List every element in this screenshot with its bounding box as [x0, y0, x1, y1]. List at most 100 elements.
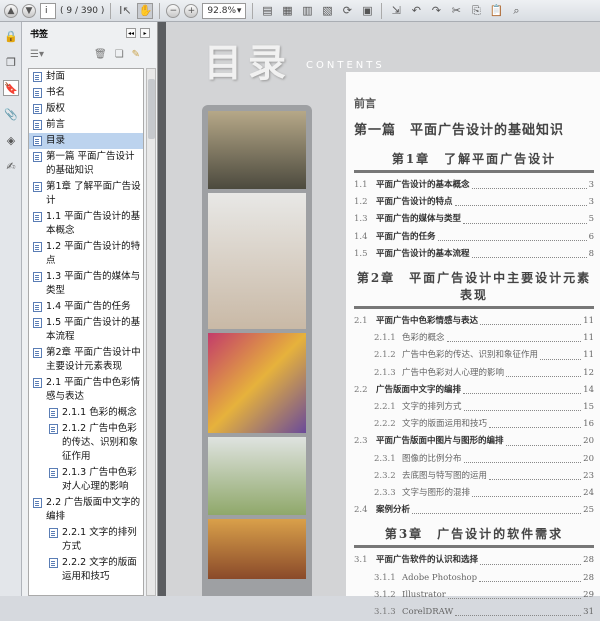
bookmark-item[interactable]: 1.5 平面广告设计的基本流程 — [29, 315, 143, 345]
zoom-in-button[interactable]: + — [184, 3, 199, 18]
two-page-icon[interactable]: ▥ — [299, 3, 315, 19]
copy-icon[interactable]: ⎘ — [468, 3, 484, 19]
toc-entry[interactable]: 2.2 广告版面中文字的编排 14 — [354, 382, 594, 399]
toc-entry[interactable]: 2.3.1 图像的比例分布 20 — [354, 451, 594, 468]
scrollbar-thumb[interactable] — [148, 79, 155, 139]
toc-entry[interactable]: 2.2.2 文字的版面运用和技巧 16 — [354, 416, 594, 433]
divider — [381, 2, 383, 19]
toc-entry[interactable]: 2.2.1 文字的排列方式 15 — [354, 399, 594, 416]
bookmark-icon — [49, 468, 58, 478]
panel-menu-button[interactable]: ▸ — [140, 28, 150, 38]
bookmark-item[interactable]: 2.1.3 广告中色彩对人心理的影响 — [29, 465, 143, 495]
toc-entry[interactable]: 3.1.2 Illustrator 29 — [354, 587, 594, 604]
entry-number: 2.3.1 — [374, 453, 396, 464]
entry-page: 20 — [583, 436, 594, 447]
entry-page: 28 — [583, 572, 594, 583]
bookmark-item[interactable]: 1.1 平面广告设计的基本概念 — [29, 209, 143, 239]
attachments-icon[interactable]: 📎 — [3, 106, 19, 122]
continuous-icon[interactable]: ▧ — [319, 3, 335, 19]
chapter-heading[interactable]: 第1章 了解平面广告设计 — [354, 150, 594, 173]
toc-entry[interactable]: 1.3 平面广告的媒体与类型 5 — [354, 211, 594, 228]
bookmark-icon — [33, 136, 42, 146]
toc-entry[interactable]: 3.1.3 CorelDRAW 31 — [354, 604, 594, 621]
chapter-heading[interactable]: 第3章 广告设计的软件需求 — [354, 525, 594, 549]
bookmark-properties-icon[interactable]: ✎ — [132, 49, 140, 60]
options-menu-icon[interactable]: ☰▾ — [30, 49, 44, 60]
signatures-icon[interactable]: ✍ — [3, 158, 19, 174]
toc-entry[interactable]: 2.1.2 广告中色彩的传达、识别和象征作用 11 — [354, 347, 594, 364]
bookmark-item[interactable]: 第一篇 平面广告设计的基础知识 — [29, 149, 143, 179]
scrollbar[interactable] — [146, 68, 156, 596]
bookmark-item[interactable]: 版权 — [29, 101, 143, 117]
bookmark-item[interactable]: 封面 — [29, 69, 143, 85]
rotate-icon[interactable]: ⟳ — [339, 3, 355, 19]
page-number-input[interactable]: i — [40, 2, 56, 19]
lock-icon[interactable]: 🔒 — [3, 28, 19, 44]
bookmark-item[interactable]: 前言 — [29, 117, 143, 133]
zoom-value: 92.8% — [207, 5, 236, 16]
redo-icon[interactable]: ↷ — [428, 3, 444, 19]
previous-page-button[interactable]: ▲ — [4, 3, 18, 18]
entry-title: 案例分析 — [376, 505, 411, 516]
entry-number: 3.1.3 — [374, 607, 396, 618]
bookmark-item[interactable]: 1.4 平面广告的任务 — [29, 299, 143, 315]
pages-icon[interactable]: ❐ — [3, 54, 19, 70]
bookmark-item[interactable]: 2.2.1 文字的排列方式 — [29, 525, 143, 555]
zoom-out-button[interactable]: − — [166, 3, 181, 18]
bookmark-item[interactable]: 1.2 平面广告设计的特点 — [29, 239, 143, 269]
new-bookmark-icon[interactable]: ❏ — [115, 49, 124, 60]
bookmark-label: 1.5 平面广告设计的基本流程 — [46, 317, 141, 342]
dot-leader — [479, 570, 582, 582]
toc-entry[interactable]: 1.2 平面广告设计的特点 3 — [354, 194, 594, 211]
dot-leader — [412, 502, 582, 515]
find-icon[interactable]: ⌕ — [508, 3, 524, 19]
collapse-panel-button[interactable]: ◂◂ — [126, 28, 136, 38]
hand-tool-icon[interactable]: ✋ — [137, 2, 154, 19]
toc-entry[interactable]: 2.3 平面广告版面中图片与图形的编排 20 — [354, 433, 594, 450]
export-icon[interactable]: ⇲ — [388, 3, 404, 19]
bookmarks-icon[interactable]: 🔖 — [3, 80, 19, 96]
fit-width-icon[interactable]: ▦ — [279, 3, 295, 19]
bookmark-item[interactable]: 第2章 平面广告设计中主要设计元素表现 — [29, 345, 143, 375]
toc-entry[interactable]: 2.3.3 文字与图形的混排 24 — [354, 485, 594, 502]
cut-icon[interactable]: ✂ — [448, 3, 464, 19]
paste-icon[interactable]: 📋 — [488, 3, 504, 19]
toc-entry[interactable]: 2.4 案例分析 25 — [354, 502, 594, 519]
toc-entry[interactable]: 3.1 平面广告软件的认识和选择 28 — [354, 552, 594, 569]
dot-leader — [540, 347, 582, 360]
toc-entry[interactable]: 2.1 平面广告中色彩情感与表达 11 — [354, 313, 594, 330]
text-select-tool-icon[interactable]: I↖ — [117, 3, 133, 19]
toc-entry[interactable]: 2.3.2 去底图与特写图的运用 23 — [354, 468, 594, 485]
bookmark-item[interactable]: 2.2 广告版面中文字的编排 — [29, 495, 143, 525]
delete-icon[interactable]: 🗑 — [94, 49, 107, 60]
bookmark-item[interactable]: 2.1.2 广告中色彩的传达、识别和象征作用 — [29, 421, 143, 465]
bookmark-item[interactable]: 2.1.1 色彩的概念 — [29, 405, 143, 421]
toc-entry[interactable]: 3.1.1 Adobe Photoshop 28 — [354, 570, 594, 587]
chapter-heading[interactable]: 第2章 平面广告设计中主要设计元素表现 — [354, 269, 594, 310]
zoom-select[interactable]: 92.8% ▾ — [202, 2, 247, 19]
toc-entry[interactable]: 1.5 平面广告设计的基本流程 8 — [354, 246, 594, 263]
fit-page-icon[interactable]: ▤ — [259, 3, 275, 19]
entry-title: 文字的版面运用和技巧 — [402, 419, 488, 430]
toc-entry[interactable]: 1.4 平面广告的任务 6 — [354, 229, 594, 246]
bookmark-label: 书名 — [46, 87, 66, 98]
entry-page: 11 — [583, 316, 594, 327]
page-count: ( 9 / 390 ) — [60, 5, 105, 16]
layers-icon[interactable]: ◈ — [3, 132, 19, 148]
toc-entry[interactable]: 2.1.3 广告中色彩对人心理的影响 12 — [354, 365, 594, 382]
toc-preface[interactable]: 前言 — [354, 95, 594, 111]
bookmark-item[interactable]: 第1章 了解平面广告设计 — [29, 179, 143, 209]
bookmark-item[interactable]: 目录 — [29, 133, 143, 149]
entry-number: 1.4 — [354, 231, 368, 242]
full-screen-icon[interactable]: ▣ — [359, 3, 375, 19]
toc-part[interactable]: 第一篇 平面广告设计的基础知识 — [354, 119, 594, 138]
bookmark-item[interactable]: 2.1 平面广告中色彩情感与表达 — [29, 375, 143, 405]
entry-title: 广告中色彩的传达、识别和象征作用 — [402, 350, 539, 361]
next-page-button[interactable]: ▼ — [22, 3, 36, 18]
bookmark-item[interactable]: 2.2.2 文字的版面运用和技巧 — [29, 555, 143, 585]
toc-entry[interactable]: 2.1.1 色彩的概念 11 — [354, 330, 594, 347]
undo-icon[interactable]: ↶ — [408, 3, 424, 19]
bookmark-item[interactable]: 1.3 平面广告的媒体与类型 — [29, 269, 143, 299]
bookmark-item[interactable]: 书名 — [29, 85, 143, 101]
toc-entry[interactable]: 1.1 平面广告设计的基本概念 3 — [354, 177, 594, 194]
